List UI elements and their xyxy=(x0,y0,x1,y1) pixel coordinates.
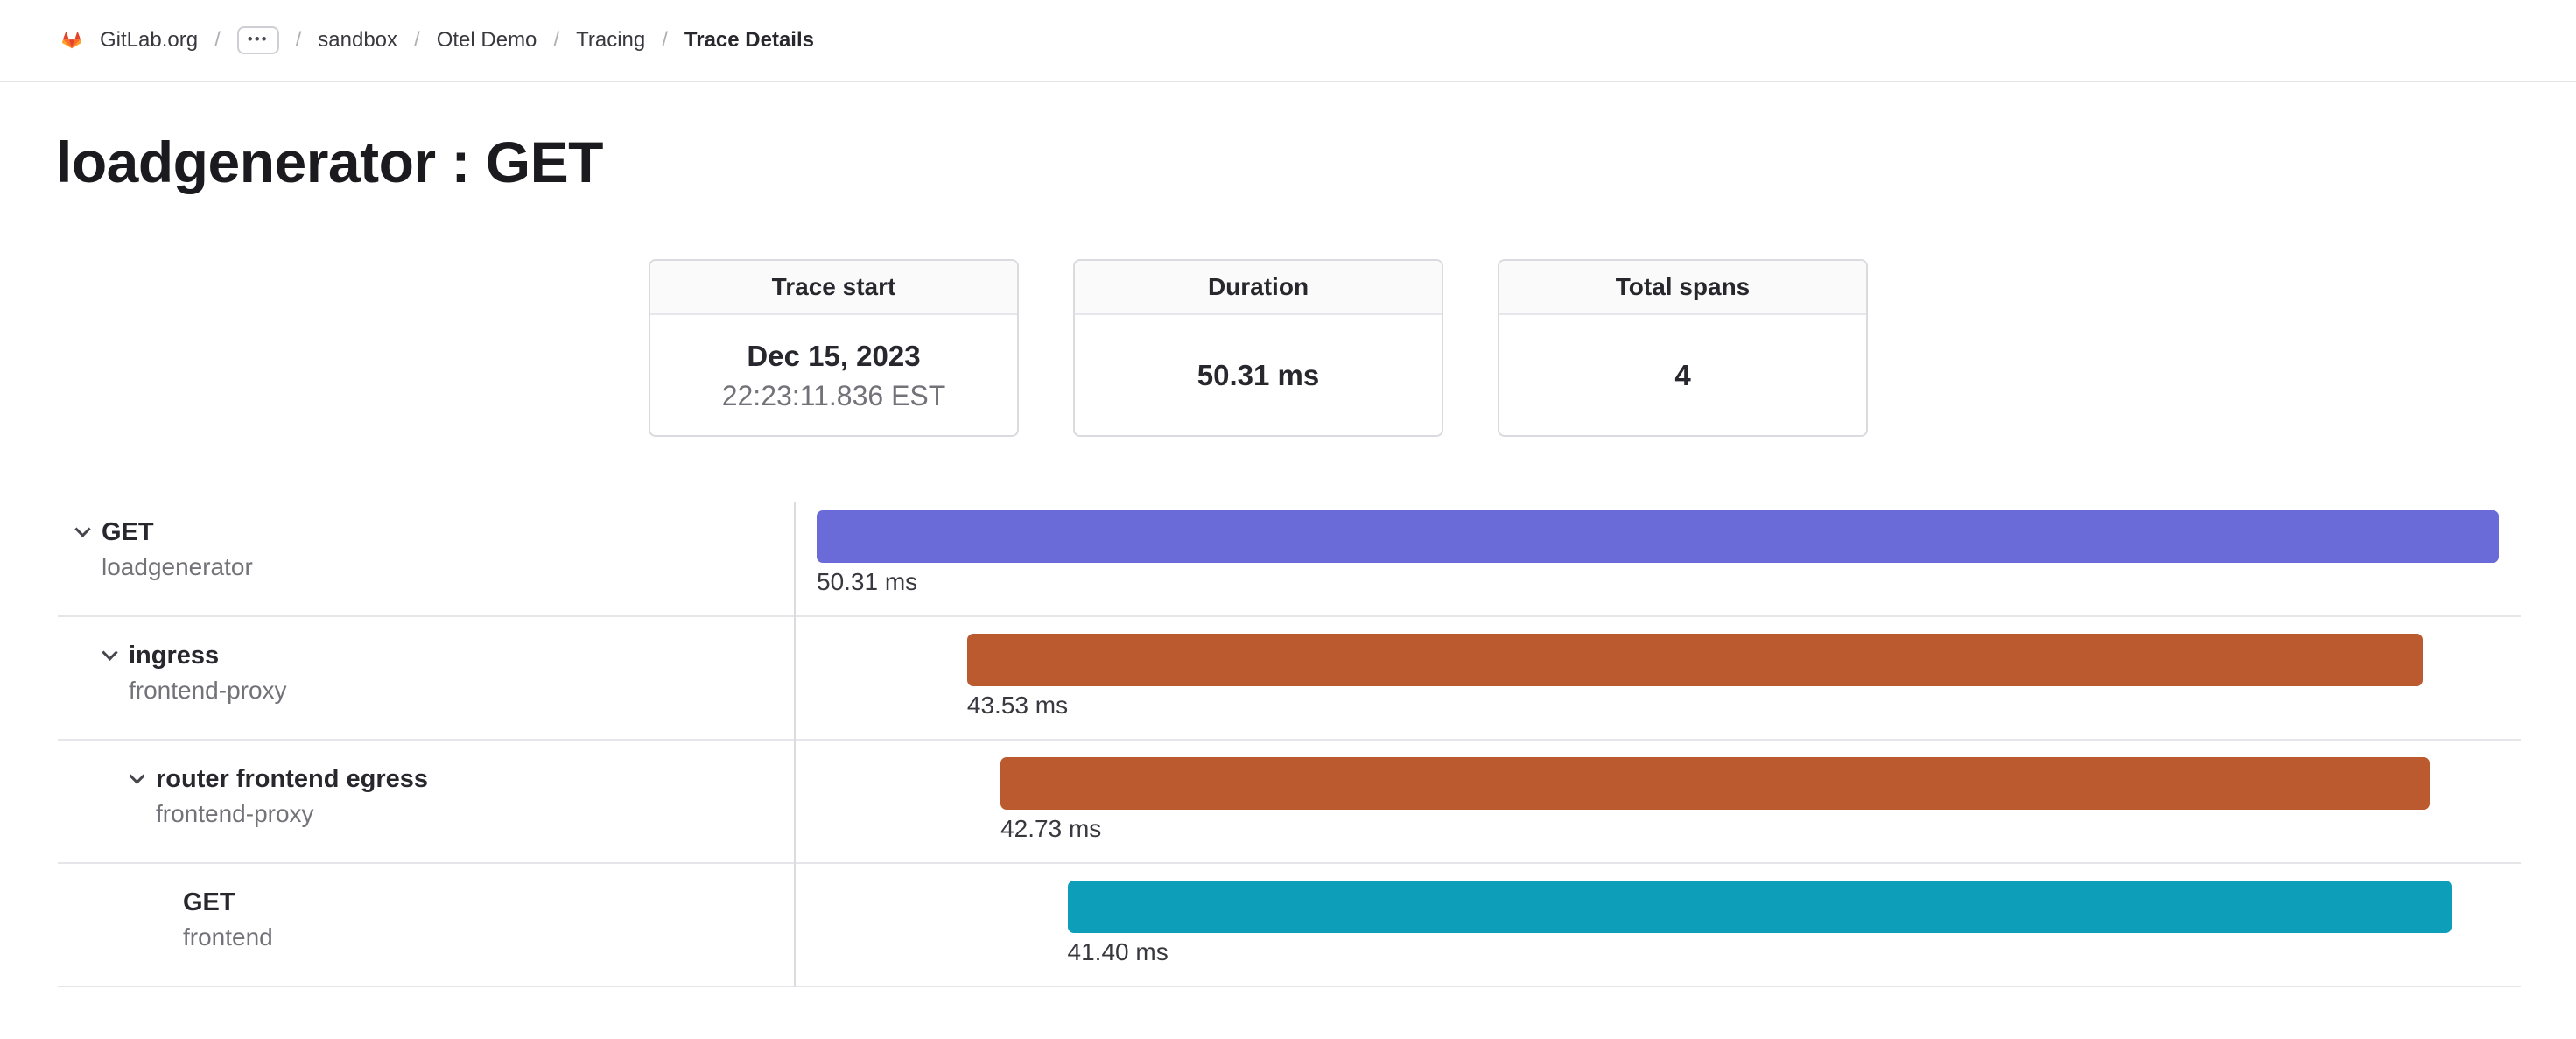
span-chart-area: 41.40 ms xyxy=(817,864,2499,986)
page-title: loadgenerator : GET xyxy=(56,130,2576,196)
span-chart-area: 50.31 ms xyxy=(817,502,2499,615)
span-row-router-frontend-egress: router frontend egress frontend-proxy 42… xyxy=(58,741,2521,864)
duration-value: 50.31 ms xyxy=(1197,359,1319,392)
trace-summary-cards: Trace start Dec 15, 2023 22:23:11.836 ES… xyxy=(649,259,2576,437)
span-chart-cell: 43.53 ms xyxy=(794,617,2521,739)
trace-start-card: Trace start Dec 15, 2023 22:23:11.836 ES… xyxy=(649,259,1019,437)
span-operation: router frontend egress xyxy=(156,762,428,797)
span-label-cell: GET loadgenerator xyxy=(58,502,794,615)
span-row-ingress: ingress frontend-proxy 43.53 ms xyxy=(58,617,2521,741)
span-service: frontend-proxy xyxy=(129,673,287,708)
span-chart-cell: 42.73 ms xyxy=(794,741,2521,862)
breadcrumb: GitLab.org / ••• / sandbox / Otel Demo /… xyxy=(100,26,814,54)
span-duration-label: 42.73 ms xyxy=(1000,815,2429,843)
breadcrumb-separator: / xyxy=(296,28,302,53)
breadcrumb-item-trace-details[interactable]: Trace Details xyxy=(684,28,814,53)
top-navbar: GitLab.org / ••• / sandbox / Otel Demo /… xyxy=(0,0,2576,82)
span-labels: GET loadgenerator xyxy=(102,515,253,585)
span-duration-label: 50.31 ms xyxy=(817,568,2499,596)
span-bar-fill xyxy=(1000,757,2429,810)
span-operation: GET xyxy=(102,515,253,550)
breadcrumb-ellipsis-button[interactable]: ••• xyxy=(237,26,279,54)
span-label-cell: GET frontend xyxy=(58,864,794,986)
span-chart-cell: 50.31 ms xyxy=(794,502,2521,615)
card-title: Duration xyxy=(1075,261,1442,315)
span-chart-area: 42.73 ms xyxy=(817,741,2499,862)
span-label-cell: ingress frontend-proxy xyxy=(58,617,794,739)
chevron-down-icon[interactable] xyxy=(131,762,156,797)
total-spans-card: Total spans 4 xyxy=(1498,259,1868,437)
card-title: Trace start xyxy=(650,261,1017,315)
trace-start-time: 22:23:11.836 EST xyxy=(722,380,946,412)
chevron-down-icon[interactable] xyxy=(104,638,129,673)
span-bar[interactable]: 50.31 ms xyxy=(817,510,2499,596)
card-title: Total spans xyxy=(1499,261,1866,315)
span-chart-cell: 41.40 ms xyxy=(794,864,2521,986)
card-body: Dec 15, 2023 22:23:11.836 EST xyxy=(650,315,1017,437)
span-labels: ingress frontend-proxy xyxy=(129,638,287,708)
duration-card: Duration 50.31 ms xyxy=(1073,259,1443,437)
span-duration-label: 43.53 ms xyxy=(967,691,2423,720)
span-bar-fill xyxy=(967,634,2423,686)
span-bar-fill xyxy=(1068,881,2453,933)
span-operation: GET xyxy=(183,885,273,920)
span-label-cell: router frontend egress frontend-proxy xyxy=(58,741,794,862)
span-labels: GET frontend xyxy=(183,885,273,955)
trace-start-date: Dec 15, 2023 xyxy=(747,340,920,373)
card-body: 50.31 ms xyxy=(1075,315,1442,437)
span-row-get-loadgenerator: GET loadgenerator 50.31 ms xyxy=(58,502,2521,617)
span-row-get-frontend: GET frontend 41.40 ms xyxy=(58,864,2521,987)
span-bar-fill xyxy=(817,510,2499,563)
span-service: loadgenerator xyxy=(102,550,253,585)
breadcrumb-separator: / xyxy=(414,28,420,53)
chevron-down-icon[interactable] xyxy=(77,515,102,550)
span-service: frontend-proxy xyxy=(156,797,428,832)
gitlab-logo-icon[interactable] xyxy=(56,25,88,55)
span-duration-label: 41.40 ms xyxy=(1068,938,2453,966)
span-labels: router frontend egress frontend-proxy xyxy=(156,762,428,832)
breadcrumb-item-tracing[interactable]: Tracing xyxy=(576,28,645,53)
span-chart-area: 43.53 ms xyxy=(817,617,2499,739)
breadcrumb-separator: / xyxy=(662,28,668,53)
span-service: frontend xyxy=(183,920,273,955)
breadcrumb-separator: / xyxy=(214,28,221,53)
breadcrumb-item-gitlab-org[interactable]: GitLab.org xyxy=(100,28,198,53)
span-waterfall: GET loadgenerator 50.31 ms ingress fron xyxy=(58,502,2521,987)
card-body: 4 xyxy=(1499,315,1866,437)
ellipsis-icon: ••• xyxy=(248,32,269,46)
span-bar[interactable]: 42.73 ms xyxy=(1000,757,2429,843)
breadcrumb-separator: / xyxy=(553,28,559,53)
span-operation: ingress xyxy=(129,638,287,673)
span-bar[interactable]: 41.40 ms xyxy=(1068,881,2453,966)
breadcrumb-item-otel-demo[interactable]: Otel Demo xyxy=(437,28,537,53)
breadcrumb-item-sandbox[interactable]: sandbox xyxy=(318,28,397,53)
span-bar[interactable]: 43.53 ms xyxy=(967,634,2423,720)
total-spans-value: 4 xyxy=(1674,359,1690,392)
trace-details-page: GitLab.org / ••• / sandbox / Otel Demo /… xyxy=(0,0,2576,1039)
